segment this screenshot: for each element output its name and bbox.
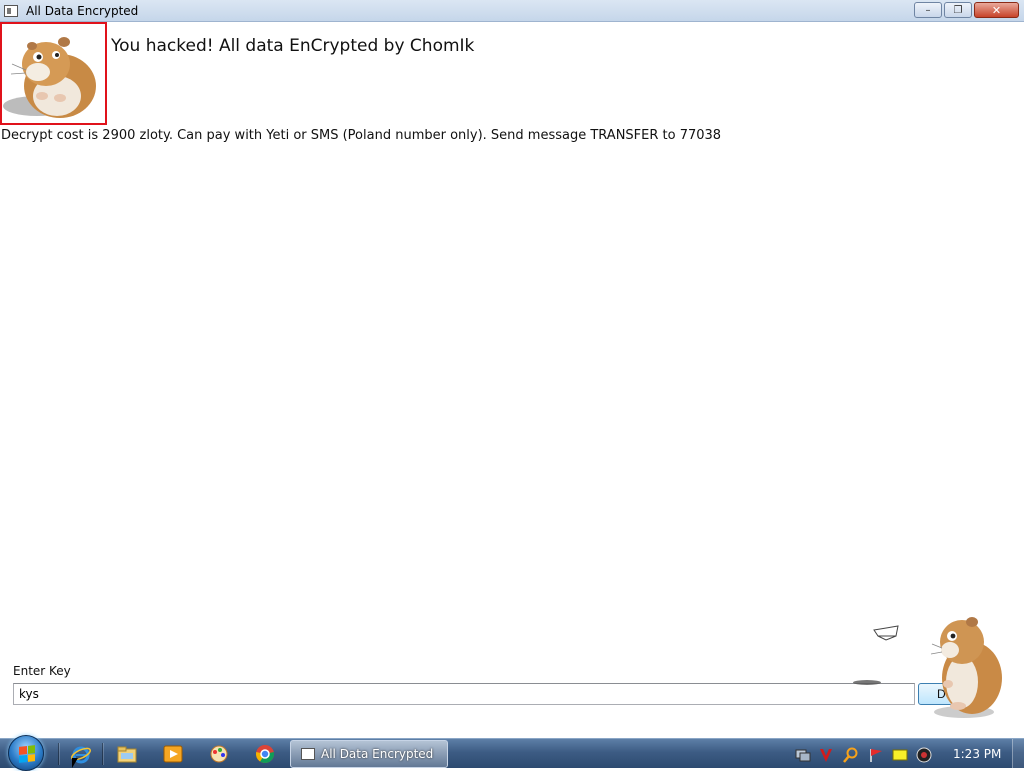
taskbar-clock[interactable]: 1:23 PM bbox=[953, 747, 1001, 761]
window-controls: – ❐ ✕ bbox=[914, 2, 1019, 18]
search-tray-icon[interactable] bbox=[843, 747, 859, 763]
hamster-image bbox=[0, 22, 107, 125]
media-player-icon[interactable] bbox=[162, 744, 184, 764]
network-tray-icon[interactable] bbox=[795, 747, 811, 763]
maximize-button[interactable]: ❐ bbox=[944, 2, 972, 18]
taskbar-button-label: All Data Encrypted bbox=[321, 747, 434, 761]
ransom-headline: You hacked! All data EnCrypted by ChomIk bbox=[111, 36, 475, 56]
taskbar: All Data Encrypted 1:23 PM bbox=[0, 735, 1024, 771]
volume-tray-icon[interactable] bbox=[916, 747, 932, 763]
minimize-button[interactable]: – bbox=[914, 2, 942, 18]
shadow-decoration bbox=[853, 680, 881, 685]
key-input[interactable] bbox=[13, 683, 915, 705]
explorer-folder-icon[interactable] bbox=[116, 744, 138, 764]
windows-logo-icon bbox=[19, 745, 35, 763]
mouse-cursor bbox=[72, 758, 78, 768]
close-button[interactable]: ✕ bbox=[974, 2, 1019, 18]
taskbar-separator bbox=[58, 743, 59, 765]
taskbar-separator bbox=[102, 743, 103, 765]
paper-plane-icon bbox=[873, 625, 899, 641]
antivirus-tray-icon[interactable] bbox=[818, 747, 834, 763]
hamster-mascot-icon bbox=[930, 617, 1002, 718]
notes-tray-icon[interactable] bbox=[892, 747, 908, 763]
enter-key-label: Enter Key bbox=[13, 664, 71, 678]
taskbar-button-all-data-encrypted[interactable]: All Data Encrypted bbox=[290, 740, 448, 768]
paint-icon[interactable] bbox=[208, 744, 230, 764]
window-title: All Data Encrypted bbox=[26, 3, 139, 18]
app-icon[interactable] bbox=[4, 4, 18, 17]
flag-tray-icon[interactable] bbox=[868, 747, 884, 763]
window-thumb-icon bbox=[301, 748, 315, 760]
ransom-note: Decrypt cost is 2900 zloty. Can pay with… bbox=[1, 128, 722, 143]
window-title-bar[interactable]: All Data Encrypted – ❐ ✕ bbox=[0, 0, 1024, 22]
chrome-icon[interactable] bbox=[254, 744, 276, 764]
start-button[interactable] bbox=[8, 735, 44, 771]
show-desktop-button[interactable] bbox=[1012, 739, 1024, 769]
